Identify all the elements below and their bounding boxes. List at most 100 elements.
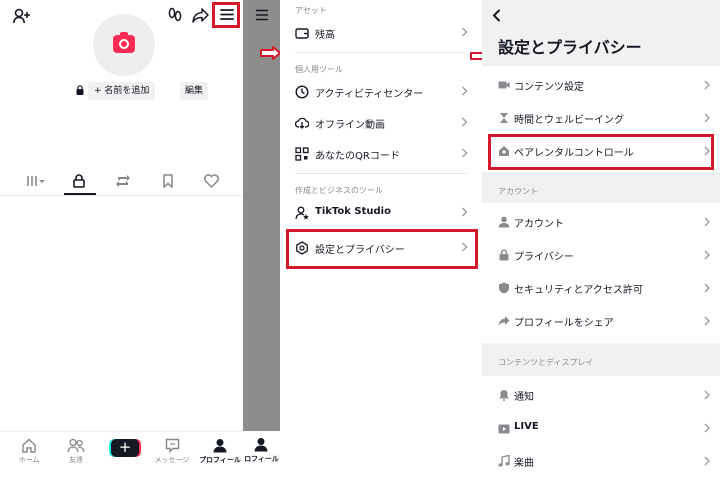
menu-item-label: 残高 <box>315 30 335 41</box>
private-tab-icon[interactable] <box>73 174 85 188</box>
chevron-right-icon <box>704 456 710 466</box>
strip-nav-label: ロフィール <box>244 455 279 463</box>
chevron-right-icon <box>462 148 468 158</box>
settings-item-label: プライバシー <box>514 252 574 263</box>
chevron-right-icon <box>704 217 710 227</box>
add-friend-icon[interactable] <box>13 8 31 24</box>
chevron-right-icon <box>704 423 710 433</box>
settings-item-share-profile[interactable]: プロフィールをシェア <box>482 304 720 337</box>
clock-icon <box>295 85 309 99</box>
settings-item-label: 楽曲 <box>514 458 534 469</box>
dimmed-overlay[interactable]: ロフィール <box>243 0 281 486</box>
user-icon <box>498 216 510 228</box>
menu-item-label: あなたのQRコード <box>315 151 400 162</box>
section-account: アカウント <box>498 187 538 196</box>
chevron-right-icon <box>704 283 710 293</box>
message-icon <box>165 438 179 453</box>
settings-item-notifications[interactable]: 通知 <box>482 378 720 411</box>
settings-item-account[interactable]: アカウント <box>482 205 720 238</box>
add-name-button[interactable]: + 名前を追加 <box>88 82 156 100</box>
highlight-parental-box <box>488 134 714 170</box>
settings-item-live[interactable]: LIVE <box>482 411 720 444</box>
settings-item-security[interactable]: セキュリティとアクセス許可 <box>482 271 720 304</box>
page-title: 設定とプライバシー <box>498 38 642 57</box>
menu-item-balance[interactable]: 残高 <box>280 18 482 48</box>
chevron-right-icon <box>704 250 710 260</box>
settings-item-music[interactable]: 楽曲 <box>482 444 720 477</box>
plus-icon: + <box>118 438 132 456</box>
nav-profile[interactable]: プロフィール <box>196 438 244 465</box>
chevron-right-icon <box>462 117 468 127</box>
qr-code-icon <box>295 147 309 161</box>
avatar[interactable] <box>93 14 155 76</box>
music-note-icon <box>498 455 510 467</box>
wallet-icon <box>295 28 309 39</box>
menu-item-activity-center[interactable]: アクティビティセンター <box>280 77 482 107</box>
lock-icon <box>499 249 509 261</box>
chevron-right-icon <box>462 86 468 96</box>
settings-item-wellbeing[interactable]: 時間とウェルビーイング <box>482 101 720 134</box>
active-tab-indicator <box>64 193 96 195</box>
nav-messages[interactable]: メッセージ <box>148 438 196 465</box>
repost-tab-icon[interactable] <box>115 174 131 188</box>
menu-panel: アセット 残高 個人用ツール アクティビティセンター オフライン動画 あなたのQ… <box>280 0 482 486</box>
grid-tab-icon[interactable] <box>26 174 46 188</box>
profile-icon <box>213 439 227 453</box>
settings-card-content: 通知 LIVE 楽曲 <box>482 376 720 486</box>
profile-panel: + 名前を追加 編集 ホーム 友達 メッセージ プロフィール + <box>0 0 243 486</box>
settings-item-label: プロフィールをシェア <box>514 318 614 329</box>
cloud-download-icon <box>295 117 309 129</box>
video-icon <box>498 81 510 89</box>
section-content-display: コンテンツとディスプレイ <box>498 358 594 367</box>
settings-item-label: 通知 <box>514 392 534 403</box>
share-icon[interactable] <box>192 8 209 23</box>
studio-user-icon <box>295 206 309 220</box>
nav-friends-label: 友達 <box>69 456 83 464</box>
highlight-menu-box <box>212 2 240 28</box>
lock-icon <box>76 85 84 95</box>
edit-button[interactable]: 編集 <box>180 82 208 100</box>
liked-tab-icon[interactable] <box>204 174 219 188</box>
bell-icon <box>499 390 509 401</box>
settings-item-label: アカウント <box>514 219 564 230</box>
right-arrow-icon <box>260 46 281 60</box>
footprints-icon[interactable] <box>168 7 182 23</box>
profile-tabs <box>0 170 243 196</box>
chevron-right-icon <box>704 113 710 123</box>
chevron-right-icon <box>704 390 710 400</box>
shield-icon <box>499 282 509 294</box>
menu-icon <box>256 9 268 21</box>
strip-nav: ロフィール <box>243 431 280 486</box>
menu-item-label: オフライン動画 <box>315 120 385 131</box>
share-icon <box>498 316 510 326</box>
chevron-right-icon <box>462 207 468 217</box>
settings-item-content[interactable]: コンテンツ設定 <box>482 68 720 101</box>
create-button[interactable]: + <box>111 439 139 457</box>
menu-item-label: アクティビティセンター <box>315 89 424 100</box>
settings-item-label: 時間とウェルビーイング <box>514 115 624 126</box>
bookmark-tab-icon[interactable] <box>162 174 174 188</box>
profile-icon <box>254 438 268 452</box>
settings-item-privacy[interactable]: プライバシー <box>482 238 720 271</box>
hourglass-icon <box>500 113 508 123</box>
nav-friends[interactable]: 友達 <box>52 438 100 465</box>
menu-item-offline-video[interactable]: オフライン動画 <box>280 108 482 138</box>
nav-home-label: ホーム <box>18 456 40 464</box>
settings-item-label: コンテンツ設定 <box>514 82 584 93</box>
chevron-right-icon <box>462 27 468 37</box>
back-arrow-icon[interactable] <box>492 9 501 22</box>
section-personal: 個人用ツール <box>295 65 343 74</box>
chevron-right-icon <box>704 316 710 326</box>
home-icon <box>22 438 36 453</box>
nav-profile-label: プロフィール <box>199 456 241 464</box>
menu-item-tiktok-studio[interactable]: TikTok Studio <box>280 198 482 228</box>
live-tv-icon <box>498 424 510 434</box>
settings-panel: 設定とプライバシー コンテンツ設定 時間とウェルビーイング ペアレンタルコントロ… <box>482 0 720 486</box>
divider <box>295 173 467 174</box>
camera-icon <box>113 32 135 53</box>
settings-item-label: セキュリティとアクセス許可 <box>514 285 643 296</box>
menu-item-qr-code[interactable]: あなたのQRコード <box>280 139 482 169</box>
nav-home[interactable]: ホーム <box>5 438 53 465</box>
highlight-settings-box <box>286 229 478 269</box>
section-asset: アセット <box>295 6 327 15</box>
